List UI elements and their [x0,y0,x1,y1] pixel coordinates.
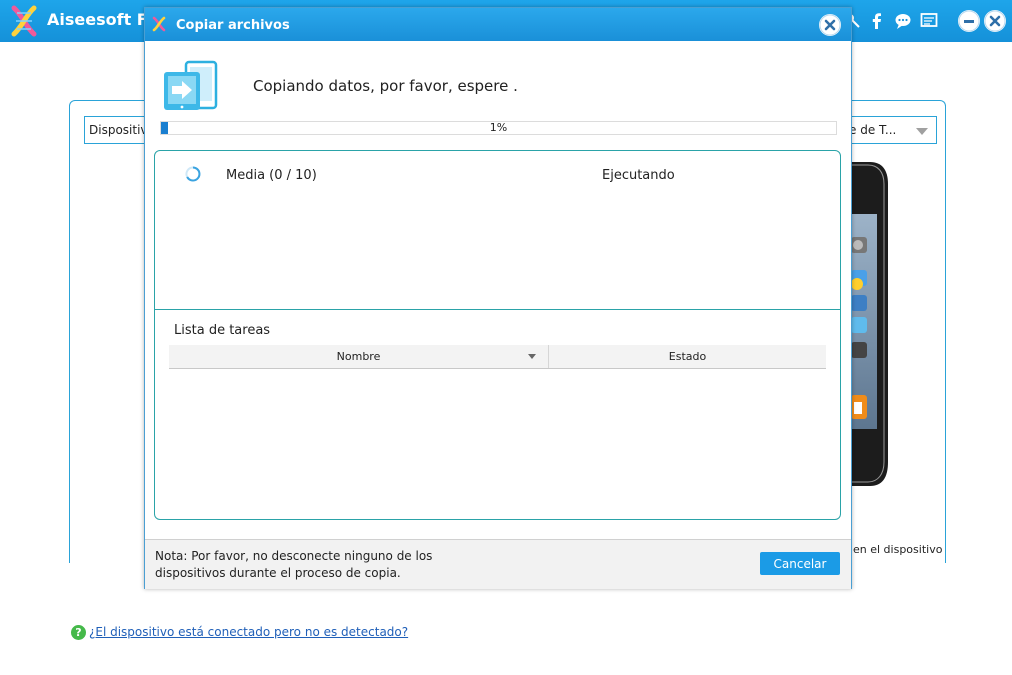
facebook-icon[interactable] [868,12,886,30]
device-caption: en el dispositivo [853,543,943,556]
window-close-button[interactable] [984,10,1006,32]
copy-files-dialog: Copiar archivos Copiando datos, por favo… [144,7,852,589]
chat-icon[interactable] [894,12,912,30]
copy-status-message: Copiando datos, por favor, espere . [253,77,518,95]
task-box: Media (0 / 10) Ejecutando Lista de tarea… [154,150,841,520]
task-list-header: Nombre Estado [169,345,826,369]
target-device-label: e de T... [849,123,897,137]
aiseesoft-logo-icon [11,5,37,37]
column-header-name[interactable]: Nombre [169,345,549,368]
divider [155,309,840,310]
column-header-status-label: Estado [668,350,707,363]
question-icon: ? [71,625,86,640]
task-list-title: Lista de tareas [174,323,271,338]
current-task-name: Media (0 / 10) [226,168,317,183]
minimize-button[interactable] [958,10,980,32]
close-icon [984,10,1006,32]
aiseesoft-logo-icon [152,16,166,32]
chevron-down-icon [916,128,928,135]
loading-spinner-icon [185,166,201,182]
column-header-status[interactable]: Estado [549,345,826,368]
column-header-name-label: Nombre [336,350,381,363]
device-not-detected-link[interactable]: ¿El dispositivo está conectado pero no e… [89,625,408,639]
dialog-footer: Nota: Por favor, no desconecte ninguno d… [145,539,851,589]
copy-devices-icon [164,60,218,110]
disconnect-warning-note: Nota: Por favor, no desconecte ninguno d… [155,549,433,580]
current-task-status: Ejecutando [602,168,675,183]
iphone-device-image [850,162,888,486]
dialog-close-button[interactable] [819,14,841,36]
app-title: Aiseesoft Fo [47,10,159,29]
minimize-icon [958,10,980,32]
dialog-titlebar: Copiar archivos [145,8,851,41]
progress-percent-text: 1% [489,121,508,134]
copy-progress-bar: 1% [160,121,837,135]
dialog-title: Copiar archivos [176,18,290,33]
feedback-icon[interactable] [920,12,938,30]
sort-down-icon [528,354,536,359]
cancel-button[interactable]: Cancelar [760,552,840,575]
close-icon [819,14,841,36]
target-device-select[interactable]: e de T... [849,116,937,144]
